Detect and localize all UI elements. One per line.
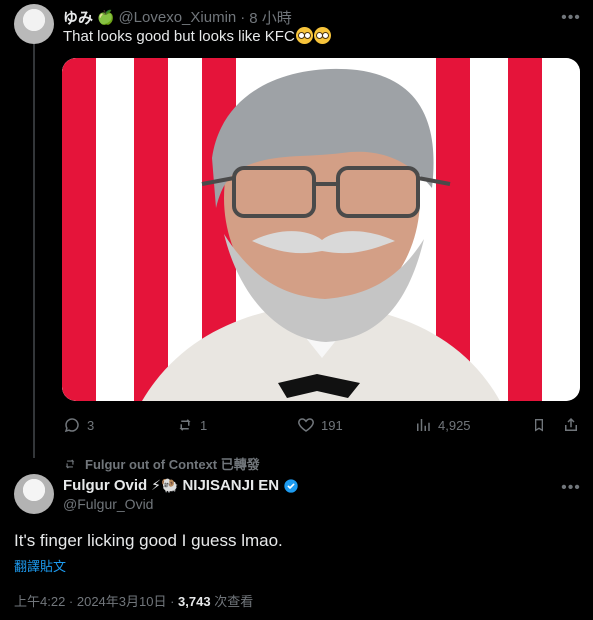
share-button[interactable]	[562, 416, 580, 439]
more-icon: •••	[561, 9, 581, 26]
like-count: 191	[321, 417, 343, 433]
emoji-face-holding-back-tears-icon	[295, 27, 313, 44]
timestamp[interactable]: 上午4:22 · 2024年3月10日 ·	[14, 594, 178, 609]
tweet-header: Fulgur Ovid ⚡🐏 NIJISANJI EN	[63, 477, 299, 494]
photo-illustration	[62, 58, 580, 401]
repost-banner: Fulgur out of Context 已轉發	[63, 454, 260, 473]
separator: ·	[240, 9, 246, 26]
tweet-image[interactable]	[62, 58, 580, 401]
more-options-button[interactable]: •••	[559, 478, 583, 498]
reply-count: 3	[87, 417, 95, 433]
thread-connector-line	[33, 44, 35, 458]
tweet-text: That looks good but looks like KFC	[63, 27, 331, 47]
views-label: 次查看	[210, 594, 254, 609]
tweet-text: It's finger licking good I guess lmao.	[14, 531, 283, 550]
more-icon: •••	[561, 479, 581, 496]
avatar[interactable]	[14, 474, 54, 514]
views-count: 4,925	[438, 417, 471, 433]
translate-link[interactable]: 翻譯貼文	[14, 556, 66, 575]
repost-banner-text[interactable]: Fulgur out of Context 已轉發	[85, 454, 260, 473]
tweet-meta: 上午4:22 · 2024年3月10日 · 3,743 次查看	[14, 591, 253, 610]
name-emoji: 🍏	[97, 9, 115, 25]
reply-icon	[64, 418, 79, 433]
repost-count: 1	[200, 417, 208, 433]
emoji-face-holding-back-tears-icon	[313, 27, 331, 44]
views-button[interactable]: 4,925	[414, 416, 471, 434]
verified-badge-icon	[284, 478, 298, 493]
handle[interactable]: @Lovexo_Xiumin	[118, 9, 236, 26]
repost-button[interactable]: 1	[176, 416, 207, 434]
share-icon	[565, 417, 577, 431]
display-name[interactable]: Fulgur Ovid	[63, 477, 147, 494]
timestamp[interactable]: 8 小時	[249, 7, 292, 28]
analytics-icon	[417, 419, 430, 431]
more-options-button[interactable]: •••	[559, 8, 583, 28]
repost-icon	[179, 419, 191, 431]
display-name[interactable]: ゆみ	[63, 7, 93, 28]
tweet-header: ゆみ 🍏 @Lovexo_Xiumin · 8 小時	[63, 7, 292, 28]
repost-icon	[65, 459, 75, 468]
avatar[interactable]	[14, 4, 54, 44]
views-count: 3,743	[178, 594, 211, 609]
heart-icon	[298, 418, 314, 432]
handle[interactable]: @Fulgur_Ovid	[63, 496, 153, 512]
name-emoji: ⚡🐏	[151, 477, 179, 493]
bookmark-button[interactable]	[531, 416, 547, 439]
bookmark-icon	[535, 419, 543, 432]
like-button[interactable]: 191	[297, 416, 343, 434]
affiliation: NIJISANJI EN	[182, 477, 280, 494]
reply-button[interactable]: 3	[63, 416, 94, 434]
